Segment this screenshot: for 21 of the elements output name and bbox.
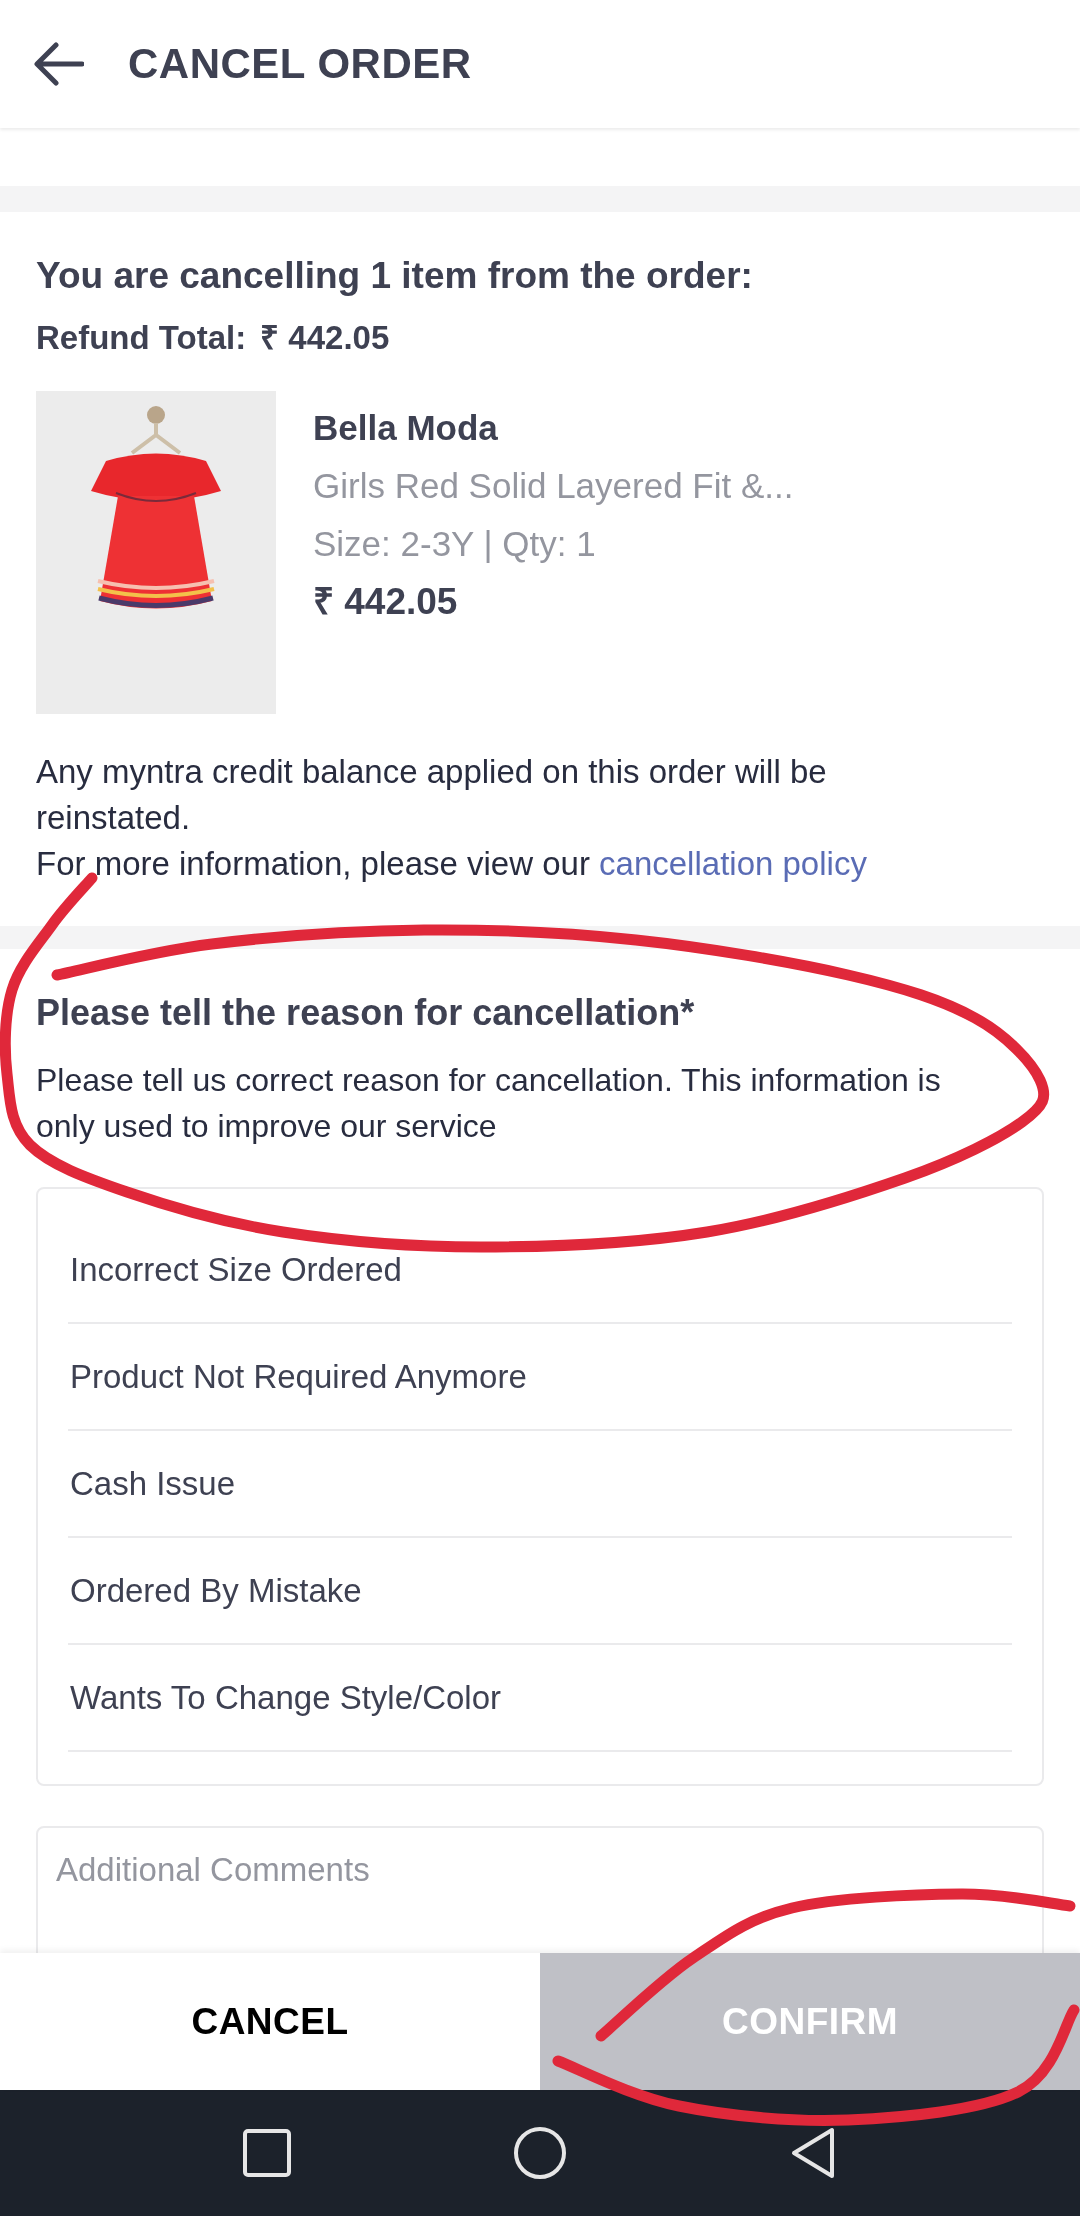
- refund-amount: ₹ 442.05: [260, 318, 390, 358]
- reason-option[interactable]: Incorrect Size Ordered: [68, 1217, 1012, 1324]
- reason-description: Please tell us correct reason for cancellation. This information is only used to improve our service: [36, 1061, 942, 1146]
- size-quantity: Size: 2-3Y | Qty: 1: [313, 523, 597, 565]
- refund-label: Refund Total:: [36, 318, 247, 358]
- reason-option[interactable]: Wants To Change Style/Color: [68, 1645, 1012, 1752]
- reason-option[interactable]: Cash Issue: [68, 1431, 1012, 1538]
- cancel-button[interactable]: CANCEL: [0, 1953, 540, 2090]
- home-icon[interactable]: [512, 2125, 568, 2181]
- page-title: CANCEL ORDER: [128, 40, 472, 88]
- item-price: ₹ 442.05: [313, 580, 459, 624]
- reason-heading: Please tell the reason for cancellation*: [36, 991, 696, 1035]
- product-name: Girls Red Solid Layered Fit &...: [313, 465, 794, 507]
- brand-name: Bella Moda: [313, 407, 499, 449]
- cancellation-policy-link[interactable]: cancellation policy: [599, 845, 867, 882]
- policy-note: For more information, please view our cancellation policy: [36, 844, 868, 884]
- reason-option[interactable]: Product Not Required Anymore: [68, 1324, 1012, 1431]
- back-icon[interactable]: [34, 42, 84, 86]
- credit-note: Any myntra credit balance applied on this order will be reinstated.: [36, 752, 828, 838]
- reason-option[interactable]: Ordered By Mistake: [68, 1538, 1012, 1645]
- cancel-summary-heading: You are cancelling 1 item from the order:: [36, 254, 754, 298]
